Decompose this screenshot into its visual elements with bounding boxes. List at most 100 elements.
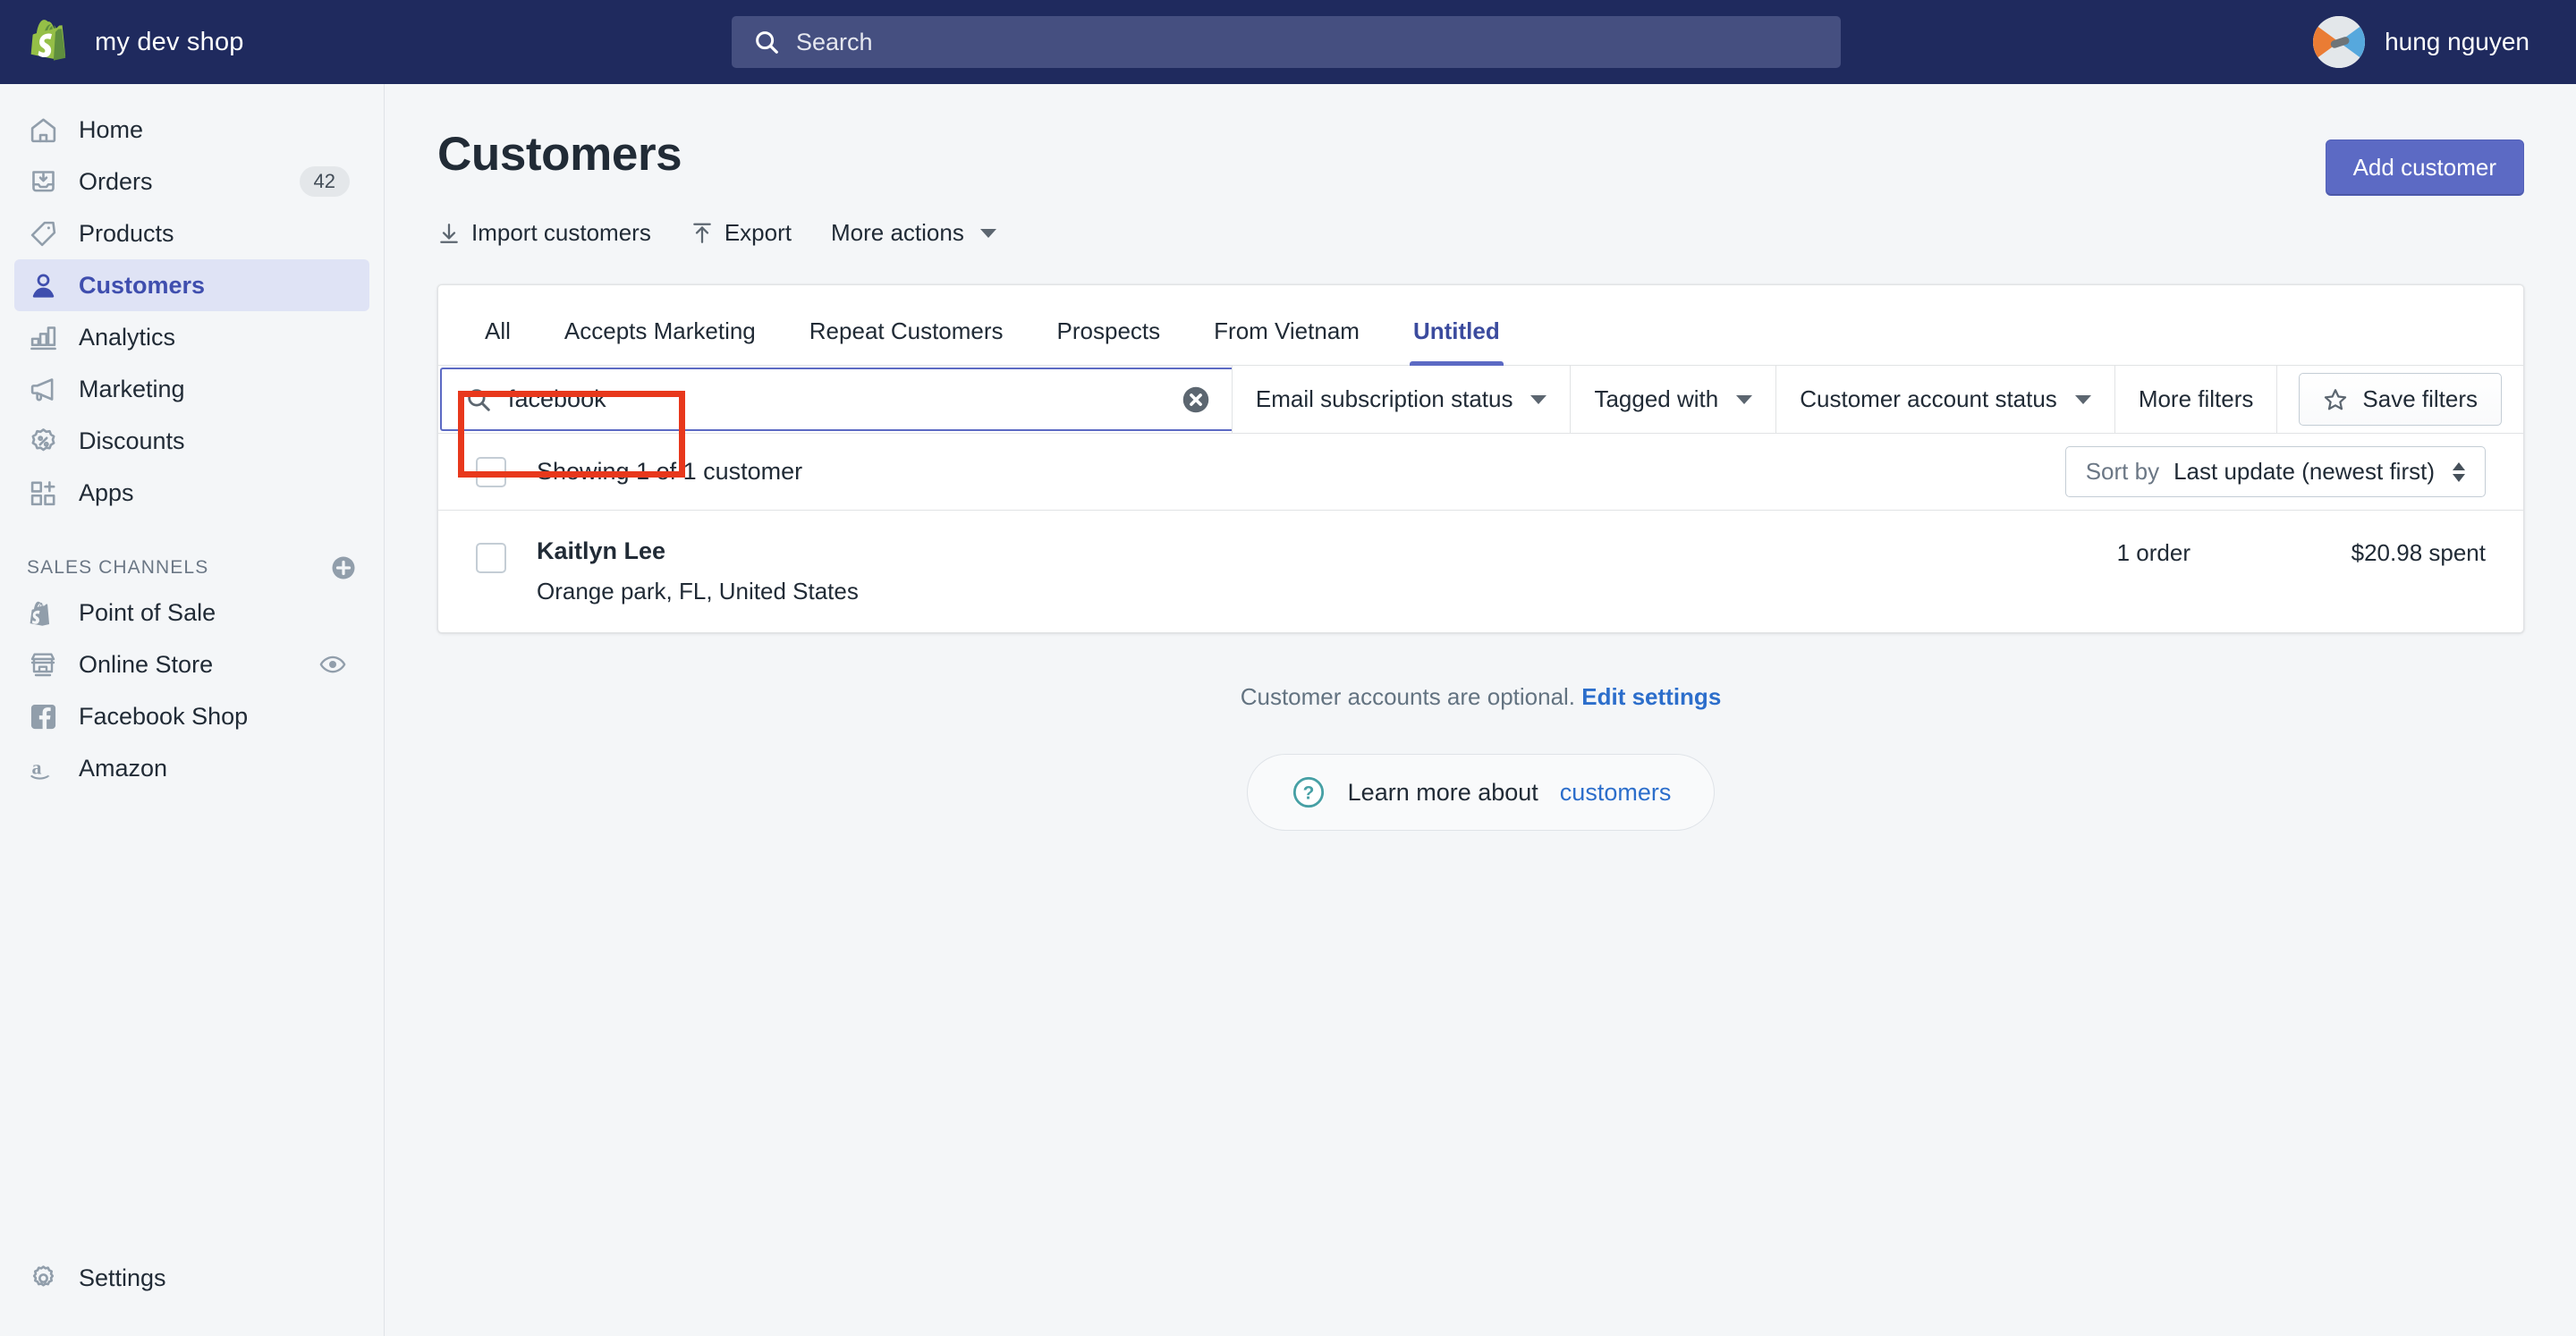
online-store-icon xyxy=(27,648,59,681)
page-title: Customers xyxy=(437,128,682,181)
orders-badge: 42 xyxy=(299,166,350,197)
amazon-icon: a xyxy=(27,752,59,784)
preview-store-button[interactable] xyxy=(319,651,346,678)
point-of-sale-icon xyxy=(27,596,59,629)
edit-settings-link[interactable]: Edit settings xyxy=(1581,683,1721,710)
tab-prospects[interactable]: Prospects xyxy=(1030,317,1188,365)
row-checkbox[interactable] xyxy=(476,543,506,573)
sidebar-item-label: Point of Sale xyxy=(79,598,216,626)
sort-by-prefix: Sort by xyxy=(2085,458,2160,485)
sidebar-item-point-of-sale[interactable]: Point of Sale xyxy=(14,587,369,638)
facebook-icon xyxy=(27,700,59,732)
plus-circle-icon xyxy=(332,556,355,579)
table-row[interactable]: Kaitlyn Lee Orange park, FL, United Stat… xyxy=(438,511,2523,632)
sidebar-item-label: Amazon xyxy=(79,754,168,782)
svg-text:?: ? xyxy=(1302,783,1314,804)
sort-by-value: Last update (newest first) xyxy=(2174,458,2435,485)
more-filters-button[interactable]: More filters xyxy=(2114,366,2277,433)
svg-text:a: a xyxy=(31,756,41,778)
star-icon xyxy=(2325,388,2347,410)
analytics-bars-icon xyxy=(27,321,59,353)
sidebar-item-customers[interactable]: Customers xyxy=(14,259,369,311)
sidebar-item-apps[interactable]: Apps xyxy=(14,467,369,519)
sidebar-item-amazon[interactable]: a Amazon xyxy=(14,742,369,794)
orders-icon xyxy=(27,165,59,198)
learn-more-link[interactable]: customers xyxy=(1560,779,1672,807)
customer-accounts-note-text: Customer accounts are optional. xyxy=(1240,683,1576,710)
top-bar: my dev shop Search hung nguyen xyxy=(0,0,2576,84)
chevron-down-icon xyxy=(1736,394,1753,404)
gear-icon xyxy=(27,1262,59,1294)
user-name: hung nguyen xyxy=(2385,28,2529,55)
global-search-placeholder: Search xyxy=(796,28,873,55)
filter-customer-account-status[interactable]: Customer account status xyxy=(1775,366,2114,433)
sidebar-item-online-store[interactable]: Online Store xyxy=(14,638,369,690)
search-icon xyxy=(468,388,490,411)
search-input[interactable]: facebook xyxy=(440,368,1232,431)
tab-accepts-marketing[interactable]: Accepts Marketing xyxy=(538,317,783,365)
page-header: Customers Add customer xyxy=(386,84,2576,196)
more-actions-button[interactable]: More actions xyxy=(831,219,996,247)
select-all-checkbox[interactable] xyxy=(476,456,506,487)
sidebar-item-label: Marketing xyxy=(79,375,185,402)
store-brand[interactable]: my dev shop xyxy=(0,16,385,68)
products-tag-icon xyxy=(27,217,59,249)
save-filters-container: Save filters xyxy=(2276,366,2523,433)
sidebar-item-home[interactable]: Home xyxy=(14,104,369,156)
add-sales-channel-button[interactable] xyxy=(330,554,357,581)
question-mark-circle-icon: ? xyxy=(1292,775,1325,809)
filter-label: Tagged with xyxy=(1594,385,1719,412)
sidebar-item-products[interactable]: Products xyxy=(14,207,369,259)
sales-channels-header: SALES CHANNELS xyxy=(27,554,357,581)
sidebar-item-discounts[interactable]: Discounts xyxy=(14,415,369,467)
shopify-admin-page: my dev shop Search hung nguyen Home Orde… xyxy=(0,0,2576,1336)
save-filters-button[interactable]: Save filters xyxy=(2299,373,2502,426)
stepper-icon xyxy=(2453,461,2465,482)
customer-location: Orange park, FL, United States xyxy=(537,578,859,605)
main-content: Customers Add customer Import customers … xyxy=(386,84,2576,1336)
sort-by-select[interactable]: Sort by Last update (newest first) xyxy=(2064,446,2486,497)
learn-more-text: Learn more about xyxy=(1347,778,1538,806)
sidebar-item-label: Apps xyxy=(79,478,134,506)
sidebar-item-analytics[interactable]: Analytics xyxy=(14,311,369,363)
clear-circle-x-icon xyxy=(1182,386,1209,412)
sidebar-item-label: Settings xyxy=(79,1264,166,1291)
filter-label: Customer account status xyxy=(1800,385,2057,412)
sidebar-item-marketing[interactable]: Marketing xyxy=(14,363,369,415)
tab-repeat-customers[interactable]: Repeat Customers xyxy=(783,317,1030,365)
avatar xyxy=(2313,16,2366,68)
clear-search-button[interactable] xyxy=(1180,384,1212,416)
list-summary-text: Showing 1 of 1 customer xyxy=(537,458,803,485)
store-name: my dev shop xyxy=(95,27,244,56)
search-input-value: facebook xyxy=(508,385,606,412)
marketing-megaphone-icon xyxy=(27,373,59,405)
sidebar-item-facebook-shop[interactable]: Facebook Shop xyxy=(14,690,369,742)
sidebar-item-label: Products xyxy=(79,219,174,247)
user-menu[interactable]: hung nguyen xyxy=(2313,16,2529,68)
export-button[interactable]: Export xyxy=(691,219,792,247)
tab-untitled[interactable]: Untitled xyxy=(1386,317,1527,366)
sidebar-item-label: Home xyxy=(79,115,144,143)
filter-label: More filters xyxy=(2138,385,2254,412)
sort-container: Sort by Last update (newest first) xyxy=(2064,446,2486,497)
add-customer-button[interactable]: Add customer xyxy=(2325,140,2524,196)
filter-email-subscription-status[interactable]: Email subscription status xyxy=(1231,366,1571,433)
sidebar-item-label: Customers xyxy=(79,271,206,299)
sidebar-item-label: Orders xyxy=(79,167,153,195)
apps-grid-plus-icon xyxy=(27,477,59,509)
import-customers-button[interactable]: Import customers xyxy=(437,219,651,247)
saved-views-tabs: All Accepts Marketing Repeat Customers P… xyxy=(438,285,2523,366)
search-icon xyxy=(756,31,778,54)
global-search-input[interactable]: Search xyxy=(732,16,1841,68)
sidebar-item-settings[interactable]: Settings xyxy=(14,1252,179,1304)
home-icon xyxy=(27,114,59,146)
learn-more-button[interactable]: ? Learn more about customers xyxy=(1246,754,1716,831)
chevron-down-icon xyxy=(1530,394,1547,404)
tab-all[interactable]: All xyxy=(458,317,538,365)
filter-label: Email subscription status xyxy=(1255,385,1513,412)
filter-tagged-with[interactable]: Tagged with xyxy=(1570,366,1776,433)
import-customers-label: Import customers xyxy=(471,219,651,246)
sidebar-item-label: Analytics xyxy=(79,323,176,351)
sidebar-item-orders[interactable]: Orders 42 xyxy=(14,156,369,207)
tab-from-vietnam[interactable]: From Vietnam xyxy=(1187,317,1386,365)
